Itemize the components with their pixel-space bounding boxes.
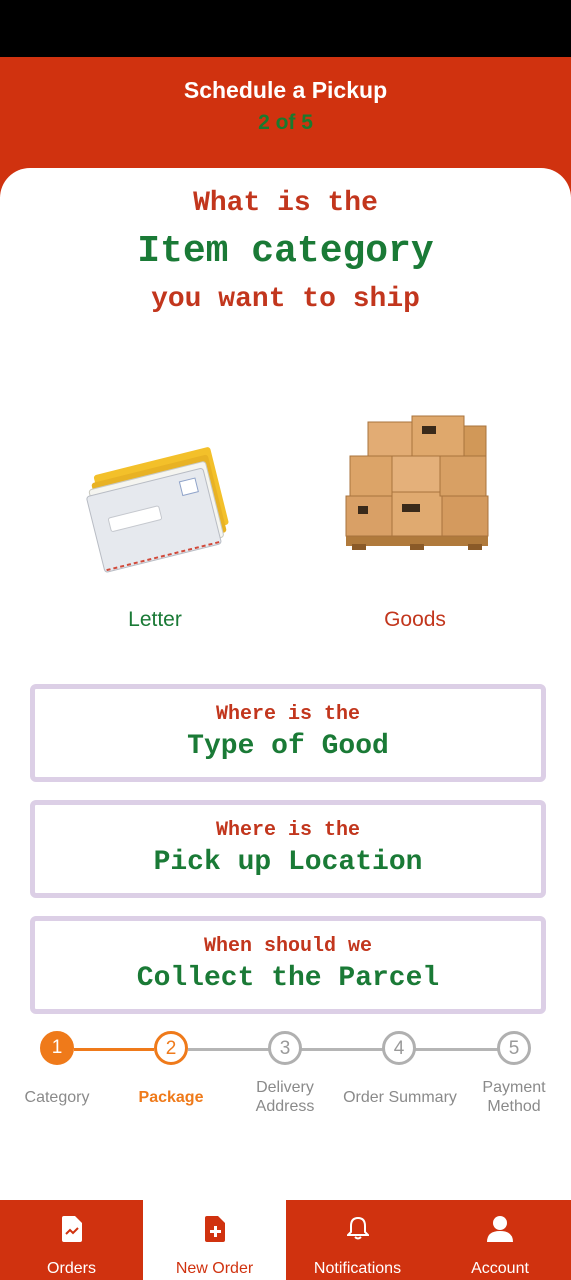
question-line-3: you want to ship	[151, 284, 420, 315]
add-document-icon	[204, 1216, 225, 1242]
page-title: Schedule a Pickup	[183, 77, 388, 103]
step-1-circle[interactable]: 1	[40, 1031, 74, 1065]
step-3-circle[interactable]: 3	[268, 1031, 302, 1065]
nav-new-order[interactable]: New Order	[143, 1200, 286, 1280]
nav-new-order-label: New Order	[175, 1260, 254, 1277]
collect-parcel-box[interactable]: When should we Collect the Parcel	[30, 916, 546, 1014]
question-line-1: What is the	[193, 188, 378, 219]
nav-account[interactable]: Account	[429, 1200, 571, 1280]
option-goods-label: Goods	[384, 608, 446, 631]
step-indicator: 2 of 5	[258, 111, 313, 134]
step-3-label: Delivery Address	[255, 1079, 315, 1115]
bell-icon	[346, 1216, 369, 1240]
nav-orders[interactable]: Orders	[0, 1200, 143, 1280]
step-5-circle[interactable]: 5	[497, 1031, 531, 1065]
collect-parcel-line-1: When should we	[203, 935, 373, 958]
step-4-circle[interactable]: 4	[382, 1031, 416, 1065]
question-line-2: Item category	[137, 230, 434, 273]
nav-notifications-label: Notifications	[313, 1260, 402, 1277]
bottom-nav: Orders New Order Notifications Account	[0, 1200, 571, 1280]
option-letter[interactable]: Letter	[70, 400, 240, 640]
letter-envelopes-image	[86, 447, 229, 573]
nav-notifications[interactable]: Notifications	[286, 1200, 429, 1280]
nav-account-label: Account	[471, 1260, 529, 1277]
step-2-label: Package	[138, 1089, 204, 1106]
step-5-label: Payment Method	[482, 1079, 546, 1115]
nav-orders-label: Orders	[47, 1260, 96, 1277]
document-icon	[61, 1216, 82, 1242]
pickup-location-line-2: Pick up Location	[153, 847, 423, 878]
option-letter-label: Letter	[128, 608, 182, 631]
step-2-circle[interactable]: 2	[154, 1031, 188, 1065]
type-of-good-line-1: Where is the	[215, 703, 361, 726]
type-of-good-line-2: Type of Good	[187, 731, 389, 762]
step-4-label: Order Summary	[343, 1089, 457, 1106]
user-icon	[487, 1216, 513, 1242]
stepper-line-pending	[188, 1048, 498, 1051]
type-of-good-box[interactable]: Where is the Type of Good	[30, 684, 546, 782]
stepper-line-done	[74, 1048, 154, 1051]
pickup-location-line-1: Where is the	[215, 819, 361, 842]
goods-boxes-image	[345, 415, 489, 550]
status-bar	[0, 0, 571, 57]
pickup-location-box[interactable]: Where is the Pick up Location	[30, 800, 546, 898]
collect-parcel-line-2: Collect the Parcel	[136, 963, 440, 994]
option-goods[interactable]: Goods	[330, 400, 500, 640]
step-1-label: Category	[24, 1089, 90, 1106]
